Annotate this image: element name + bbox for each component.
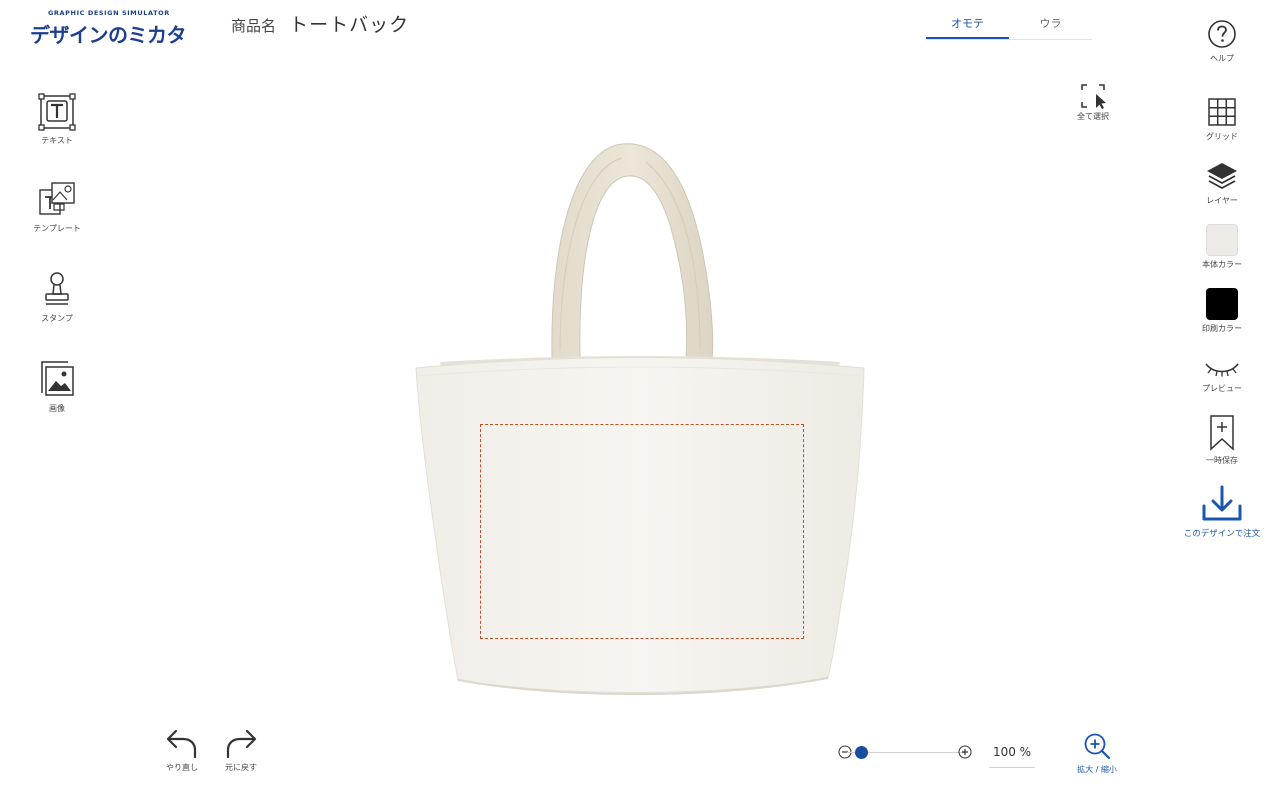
zoom-value[interactable]: 100 % — [989, 743, 1035, 768]
layer-button[interactable]: レイヤー — [1190, 160, 1254, 206]
undo-button[interactable]: やり直し — [155, 728, 209, 773]
product-name: トートバック — [289, 14, 410, 36]
text-tool-label: テキスト — [41, 136, 73, 145]
zoom-thumb[interactable] — [854, 746, 868, 759]
save-label: 一時保存 — [1206, 456, 1238, 465]
save-button[interactable]: 一時保存 — [1190, 414, 1254, 466]
template-label: テンプレート — [33, 224, 81, 233]
side-tabs: オモテ ウラ — [926, 14, 1092, 40]
download-icon — [1202, 485, 1242, 521]
help-icon — [1208, 20, 1236, 48]
body-color-label: 本体カラー — [1202, 260, 1242, 269]
zoom-button[interactable]: 拡大 / 縮小 — [1066, 732, 1128, 775]
image-icon — [41, 361, 74, 396]
logo-subtitle: GRAPHIC DESIGN SIMULATOR — [48, 9, 170, 17]
order-label: このデザインで注文 — [1183, 529, 1261, 539]
zoom-label: 拡大 / 縮小 — [1077, 765, 1117, 774]
print-area[interactable] — [480, 424, 804, 639]
grid-label: グリッド — [1206, 132, 1238, 141]
print-color-label: 印刷カラー — [1202, 324, 1242, 333]
undo-label: やり直し — [166, 763, 198, 772]
redo-icon — [226, 729, 257, 759]
layers-icon — [1207, 163, 1237, 190]
print-color-swatch — [1206, 288, 1238, 320]
redo-button[interactable]: 元に戻す — [214, 728, 268, 773]
undo-icon — [166, 729, 197, 759]
tab-back[interactable]: ウラ — [1009, 14, 1092, 39]
image-button[interactable]: 画像 — [22, 358, 92, 414]
logo-text: デザインのミカタ — [30, 23, 187, 47]
template-button[interactable]: テンプレート — [22, 180, 92, 234]
stamp-label: スタンプ — [41, 314, 73, 323]
text-tool-icon — [38, 93, 76, 131]
order-button[interactable]: このデザインで注文 — [1176, 484, 1268, 539]
zoom-in-icon[interactable] — [958, 745, 972, 759]
select-all-icon — [1081, 84, 1106, 109]
tab-front[interactable]: オモテ — [926, 14, 1009, 39]
product-label: 商品名 — [231, 17, 277, 35]
image-label: 画像 — [49, 404, 65, 413]
layer-label: レイヤー — [1206, 196, 1238, 205]
zoom-magnifier-icon — [1084, 733, 1111, 760]
eye-closed-icon — [1205, 363, 1239, 377]
stamp-icon — [45, 272, 69, 305]
print-color-button[interactable]: 印刷カラー — [1190, 288, 1254, 334]
app-logo[interactable]: GRAPHIC DESIGN SIMULATOR デザインのミカタ — [30, 9, 205, 49]
grid-icon — [1208, 98, 1236, 126]
redo-label: 元に戻す — [225, 763, 257, 772]
select-all-button[interactable]: 全て選択 — [1066, 82, 1120, 122]
help-button[interactable]: ヘルプ — [1190, 18, 1254, 64]
preview-label: プレビュー — [1202, 384, 1242, 393]
stamp-button[interactable]: スタンプ — [22, 270, 92, 324]
text-tool-button[interactable]: テキスト — [22, 92, 92, 146]
body-color-button[interactable]: 本体カラー — [1190, 224, 1254, 270]
product-title: 商品名 トートバック — [231, 10, 409, 37]
select-all-label: 全て選択 — [1077, 112, 1109, 121]
preview-button[interactable]: プレビュー — [1190, 356, 1254, 394]
grid-button[interactable]: グリッド — [1190, 96, 1254, 142]
body-color-swatch — [1206, 224, 1238, 256]
bookmark-add-icon — [1210, 415, 1234, 451]
template-icon — [39, 182, 75, 215]
help-label: ヘルプ — [1210, 54, 1234, 63]
